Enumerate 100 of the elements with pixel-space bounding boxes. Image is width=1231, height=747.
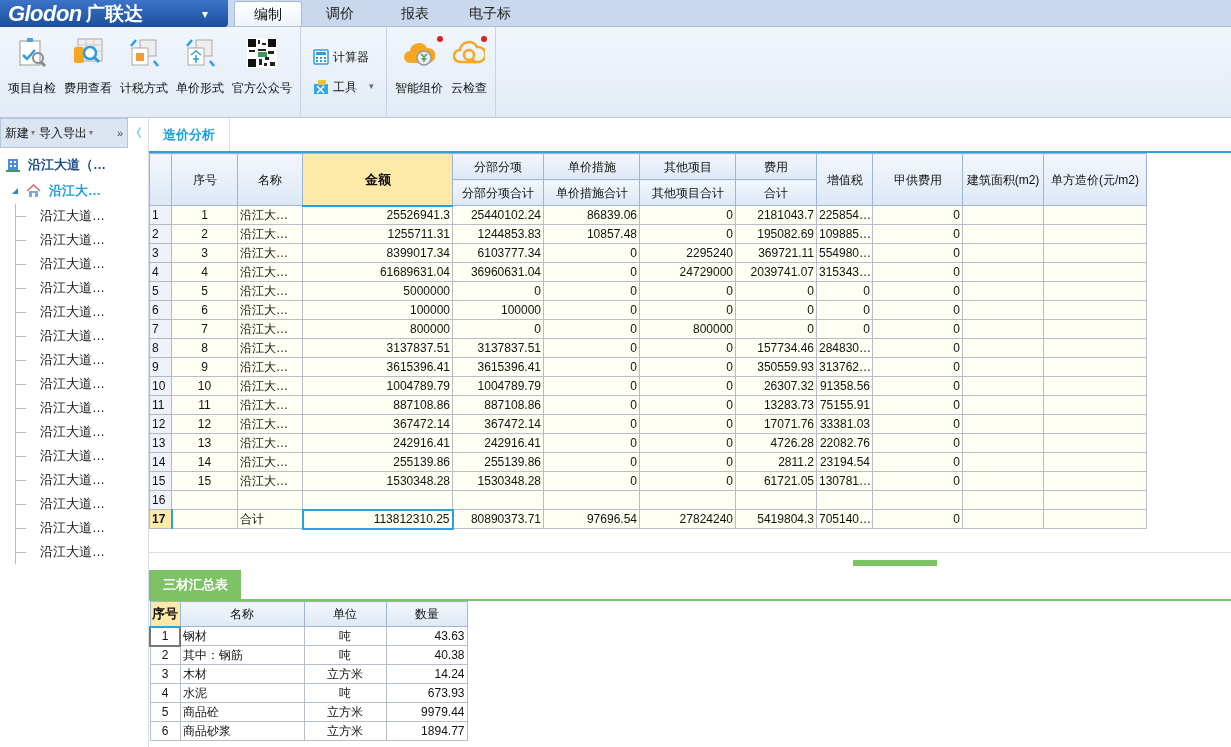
table-cell: 沿江大…: [240, 341, 288, 355]
table-cell: 0: [953, 512, 960, 526]
table-cell: 其中：钢筋: [182, 648, 243, 662]
tree-item[interactable]: 沿江大道…: [40, 302, 105, 322]
table-cell: 0: [953, 417, 960, 431]
column-header[interactable]: 单位: [304, 601, 386, 627]
table-cell: 113812310.25: [373, 512, 450, 526]
ribbon-button[interactable]: 计税方式: [116, 27, 172, 117]
tree-item[interactable]: 沿江大道…: [40, 470, 105, 490]
column-header[interactable]: 名称: [237, 153, 303, 206]
column-header[interactable]: 建筑面积(m2): [962, 153, 1044, 206]
tree-item[interactable]: 沿江大道…: [40, 350, 105, 370]
ribbon-button[interactable]: 官方公众号: [228, 27, 296, 117]
tree-item[interactable]: 沿江大道…: [40, 254, 105, 274]
table-cell: 商品砂浆: [182, 724, 231, 738]
expand-triangle-icon[interactable]: [12, 188, 18, 194]
column-header[interactable]: 费用: [735, 153, 817, 180]
more-button[interactable]: »: [116, 124, 123, 142]
tree-item[interactable]: 沿江大道（…: [0, 152, 148, 178]
column-header[interactable]: 名称: [180, 601, 304, 627]
table-cell: 0: [726, 227, 733, 241]
table-cell: 沿江大…: [240, 303, 288, 317]
column-subheader[interactable]: 其他项目合计: [639, 179, 736, 206]
table-cell: 313762…: [819, 360, 872, 374]
menu-tab[interactable]: 调价: [302, 1, 377, 26]
tree-item[interactable]: 沿江大道…: [40, 326, 105, 346]
tree-item[interactable]: 沿江大道…: [40, 422, 105, 442]
table-cell: 木材: [182, 667, 207, 681]
table-cell: 0: [953, 341, 960, 355]
table-cell: 0: [807, 284, 814, 298]
column-header[interactable]: 甲供费用: [872, 153, 963, 206]
table-cell: 立方米: [327, 667, 363, 681]
menu-tab[interactable]: 报表: [377, 1, 452, 26]
ribbon-button[interactable]: 智能组价: [391, 27, 447, 117]
tree-item[interactable]: 沿江大道…: [40, 446, 105, 466]
column-subheader[interactable]: 合计: [735, 179, 817, 206]
toolbar-button[interactable]: 新建 ▾: [5, 124, 35, 142]
table-cell: 0: [953, 265, 960, 279]
table-cell: 0: [630, 398, 637, 412]
table-cell: 12: [197, 417, 212, 431]
ribbon-button[interactable]: 项目自检: [4, 27, 60, 117]
column-header[interactable]: 增值税: [816, 153, 873, 206]
ribbon-button[interactable]: 计算器: [309, 48, 378, 66]
table-cell: 887108.86: [393, 398, 450, 412]
table-cell: 25440102.24: [470, 208, 541, 222]
menu-tab[interactable]: 电子标: [452, 1, 527, 26]
table-cell: 13283.73: [763, 398, 814, 412]
splitter-handle[interactable]: [853, 560, 937, 566]
logo-bar[interactable]: Glodon 广联达 ▾: [0, 0, 228, 27]
column-header[interactable]: 金额: [302, 153, 453, 206]
table-cell: 7: [201, 322, 208, 336]
table-cell: 0: [953, 474, 960, 488]
table-cell: 1894.77: [421, 724, 465, 738]
tree-item[interactable]: 沿江大道…: [40, 278, 105, 298]
table-cell: 17071.76: [763, 417, 814, 431]
table-cell: 0: [726, 417, 733, 431]
table-cell: 3615396.41: [386, 360, 450, 374]
table-cell: 225854…: [819, 208, 872, 222]
tree-item[interactable]: 沿江大道…: [40, 494, 105, 514]
table-cell: 14.24: [434, 667, 465, 681]
table-cell: 242916.41: [393, 436, 450, 450]
column-header[interactable]: 序号: [150, 601, 180, 627]
ribbon-button[interactable]: 工具 ▾: [309, 78, 378, 96]
column-subheader[interactable]: 单价措施合计: [543, 179, 640, 206]
table-cell: 25526941.3: [386, 208, 450, 223]
column-subheader[interactable]: 分部分项合计: [452, 179, 544, 206]
tree-item[interactable]: 沿江大道…: [40, 206, 105, 226]
tree-item[interactable]: 沿江大道…: [40, 542, 105, 562]
table-cell: 1530348.28: [386, 474, 450, 488]
tree-item[interactable]: 沿江大道…: [40, 518, 105, 538]
table-cell: 800000: [409, 322, 450, 336]
table-cell: 2811.2: [778, 455, 814, 469]
toolbar-button[interactable]: 导入导出 ▾: [39, 124, 93, 142]
table-cell: 0: [726, 360, 733, 374]
column-header[interactable]: 序号: [171, 153, 238, 206]
table-cell: 369721.11: [758, 246, 814, 260]
ribbon-button[interactable]: 费用查看: [60, 27, 116, 117]
tree-item[interactable]: 沿江大道…: [40, 374, 105, 394]
table-cell: 0: [953, 360, 960, 374]
column-header[interactable]: 分部分项: [452, 153, 544, 180]
table-cell: 3: [201, 246, 208, 260]
table-cell: 367472.14: [484, 417, 541, 431]
column-header[interactable]: 数量: [386, 601, 467, 627]
column-header[interactable]: 单方造价(元/m2): [1043, 153, 1147, 206]
table-cell: 5000000: [403, 284, 450, 298]
column-header[interactable]: 单价措施: [543, 153, 640, 180]
column-header[interactable]: 其他项目: [639, 153, 736, 180]
table-cell: 100000: [409, 303, 450, 317]
table-cell: 沿江大…: [240, 455, 288, 469]
ribbon-button[interactable]: 单价形式: [172, 27, 228, 117]
tree-item[interactable]: 沿江大道…: [40, 398, 105, 418]
table-cell: 4: [161, 686, 169, 700]
table-cell: 6103777.34: [477, 246, 541, 260]
table-cell: 0: [726, 436, 733, 450]
ribbon-button[interactable]: 云检查: [447, 27, 491, 117]
logo-text: 广联达: [85, 4, 143, 23]
tree-item[interactable]: 沿江大道…: [40, 230, 105, 250]
table-cell: 2039741.07: [750, 265, 814, 279]
table-cell: 3137837.51: [477, 341, 541, 355]
menu-tab[interactable]: 编制: [234, 1, 302, 26]
